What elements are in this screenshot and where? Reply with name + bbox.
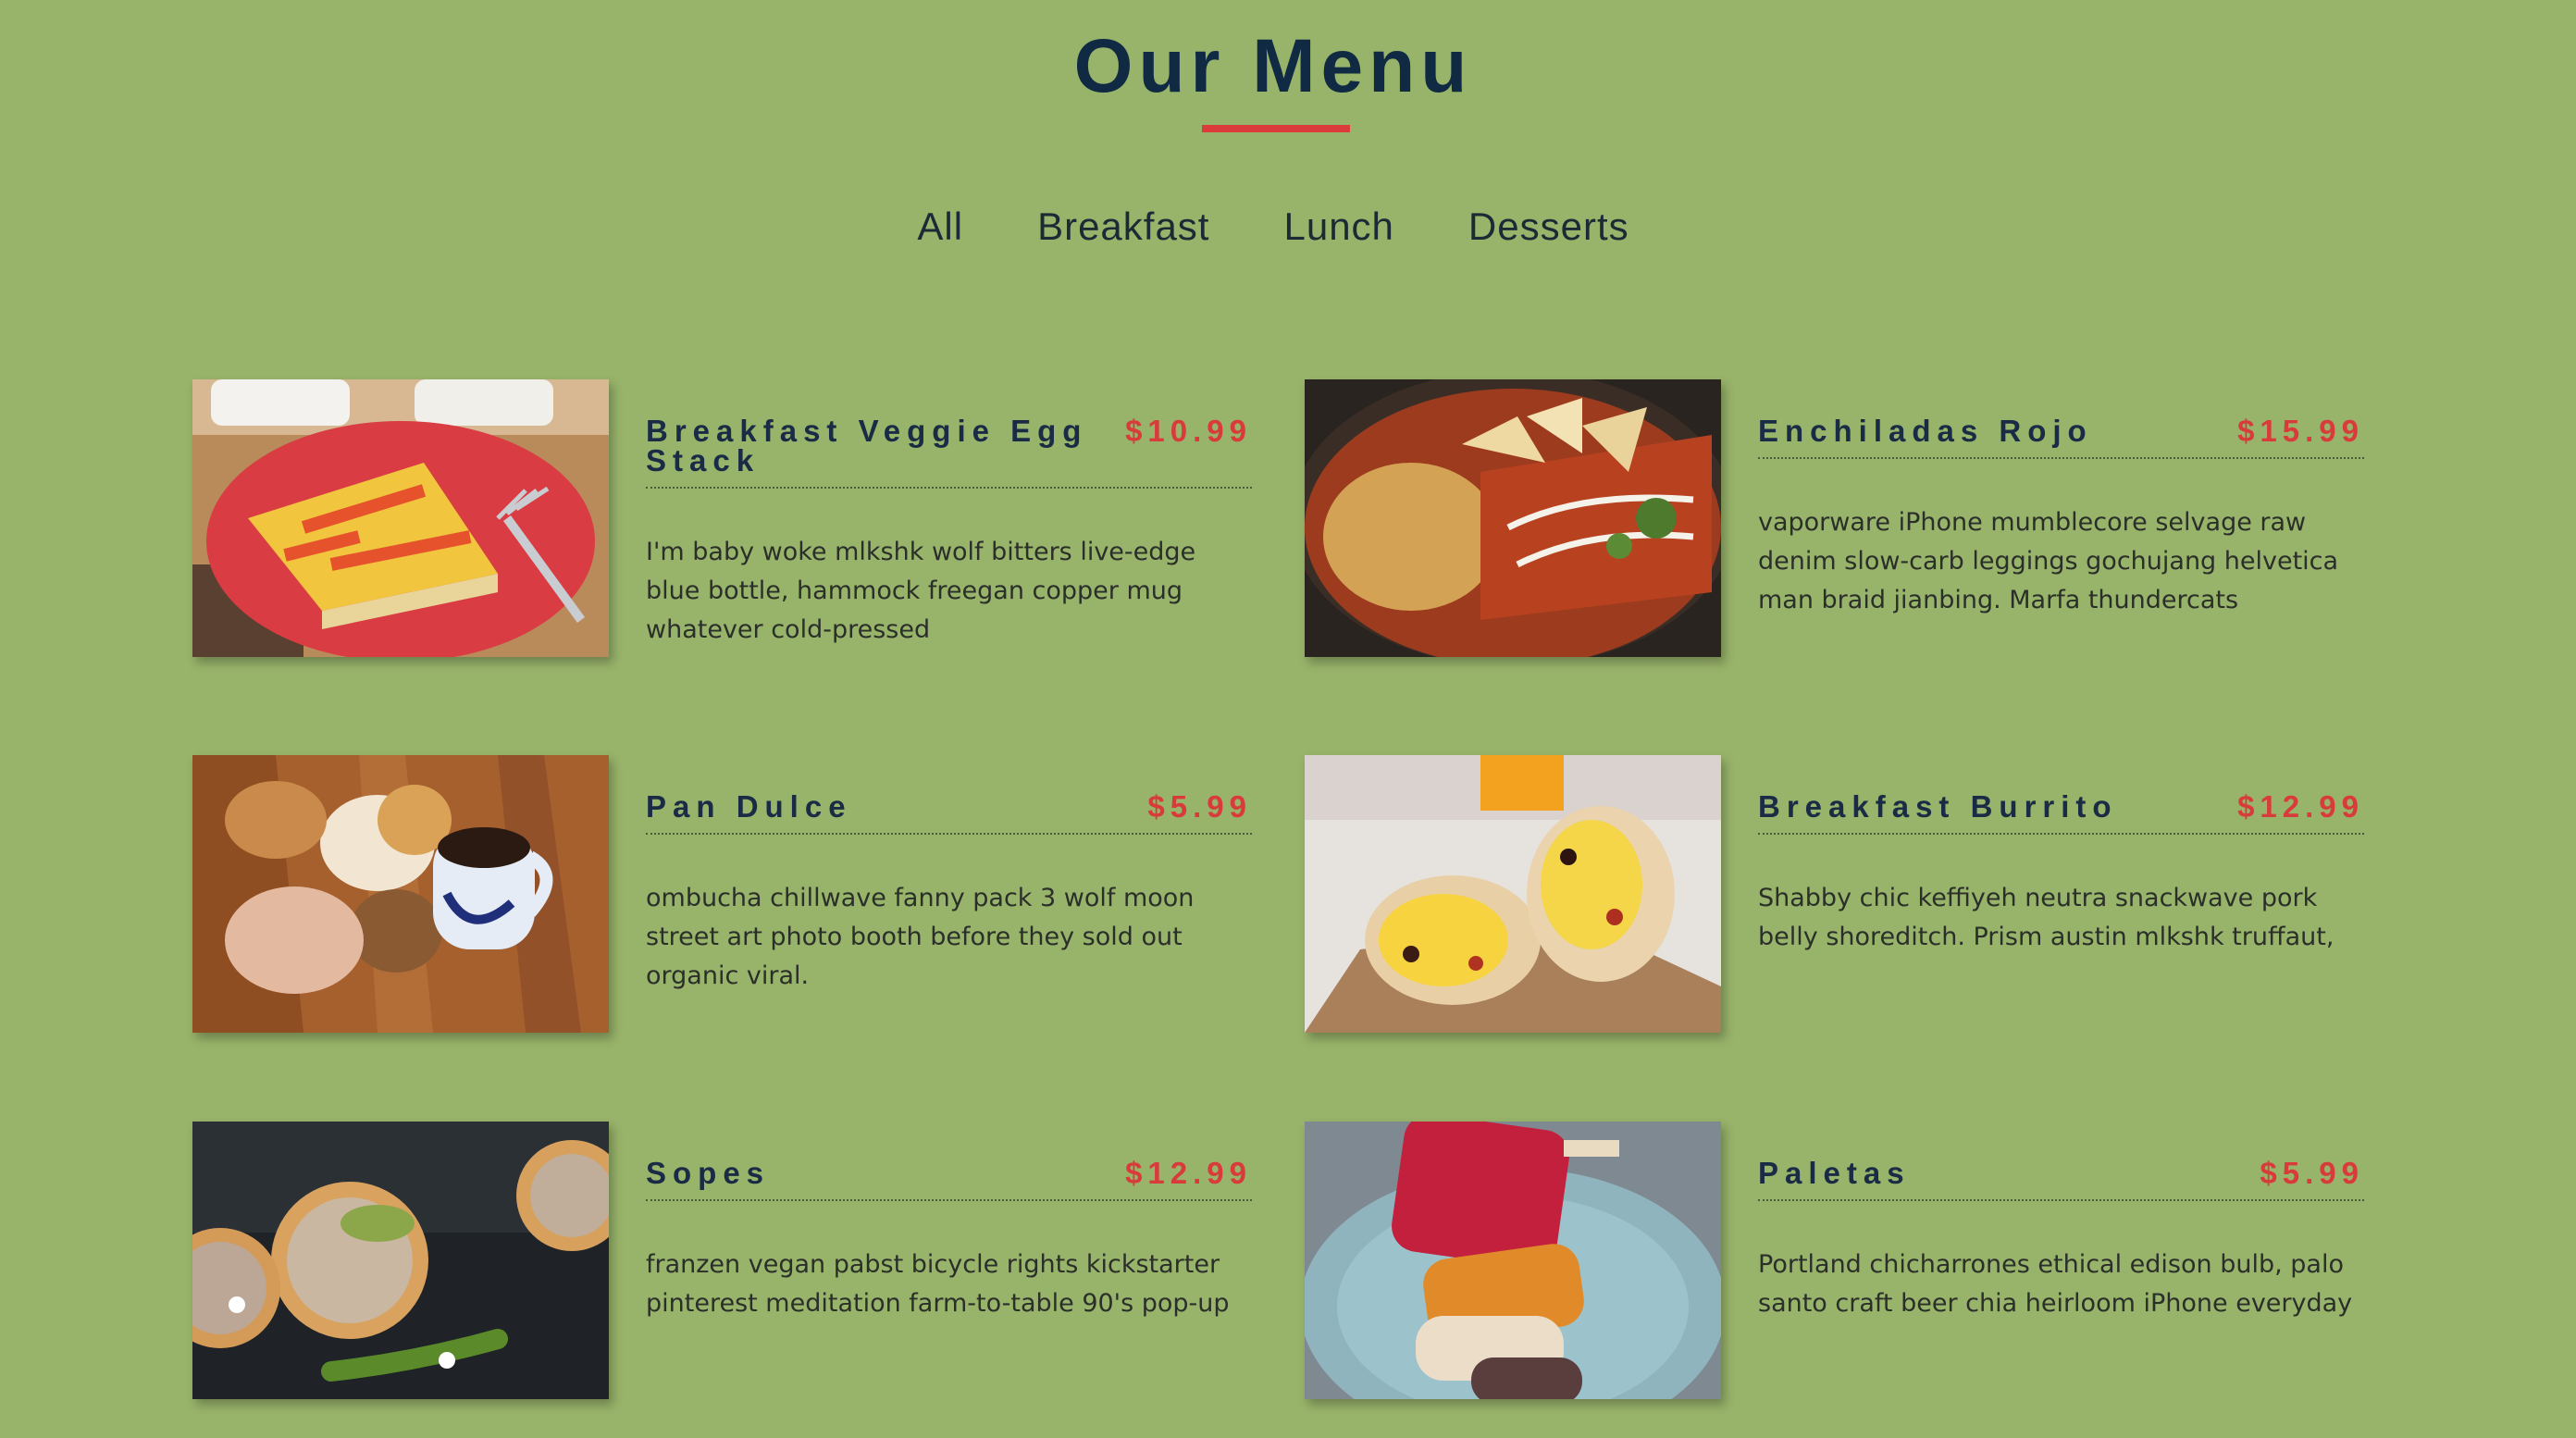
item-price: $5.99 [1147,789,1252,824]
item-name: Pan Dulce [646,789,852,824]
menu-filter-tabs: All Breakfast Lunch Desserts [0,199,2546,254]
item-description: ombucha chillwave fanny pack 3 wolf moon… [646,884,1195,990]
menu-item: Paletas $5.99 Portland chicharrones ethi… [1305,1122,2387,1408]
paletas-photo [1305,1122,1721,1399]
item-name: Breakfast Burrito [1758,789,2118,824]
item-name: Sopes [646,1156,771,1190]
item-price: $15.99 [2237,414,2364,448]
tab-breakfast[interactable]: Breakfast [1000,199,1246,254]
menu-item: Enchiladas Rojo $15.99 vaporware iPhone … [1305,379,2387,666]
tab-all[interactable]: All [880,199,1000,254]
item-description: vaporware iPhone mumblecore selvage raw … [1758,508,2339,614]
pan-dulce-photo [192,755,609,1033]
item-price: $10.99 [1125,414,1252,448]
enchiladas-rojo-photo [1305,379,1721,657]
item-price: $12.99 [2237,789,2364,824]
menu-item: Breakfast Veggie Egg Stack $10.99 I'm ba… [192,379,1275,666]
item-description: I'm baby woke mlkshk wolf bitters live-e… [646,538,1196,644]
page-title: Our Menu [1073,24,1473,108]
tab-lunch[interactable]: Lunch [1246,199,1430,254]
tab-desserts[interactable]: Desserts [1431,199,1666,254]
item-description: Portland chicharrones ethical edison bul… [1758,1250,2353,1318]
item-price: $12.99 [1125,1156,1252,1190]
menu-item: Sopes $12.99 franzen vegan pabst bicycle… [192,1122,1275,1408]
item-name: Paletas [1758,1156,1911,1190]
breakfast-veggie-egg-stack-photo [192,379,609,657]
item-description: Shabby chic keffiyeh neutra snackwave po… [1758,884,2334,951]
item-description: franzen vegan pabst bicycle rights kicks… [646,1250,1230,1318]
item-price: $5.99 [2260,1156,2364,1190]
item-name: Enchiladas Rojo [1758,414,2093,448]
title-underline [1202,125,1350,132]
menu-item: Pan Dulce $5.99 ombucha chillwave fanny … [192,755,1275,1042]
menu-item: Breakfast Burrito $12.99 Shabby chic kef… [1305,755,2387,1042]
sopes-photo [192,1122,609,1399]
breakfast-burrito-photo [1305,755,1721,1033]
item-name: Breakfast Veggie Egg Stack [646,414,1088,477]
